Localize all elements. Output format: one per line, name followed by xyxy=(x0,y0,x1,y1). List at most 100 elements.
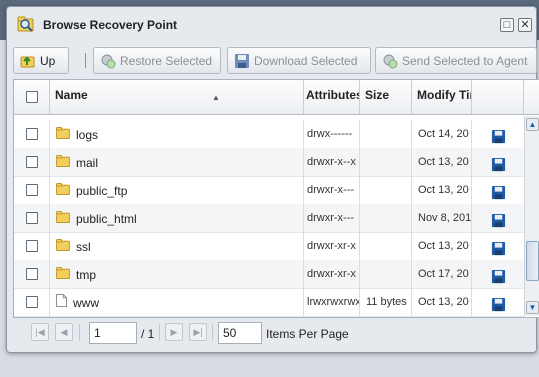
vertical-scrollbar[interactable]: ▲ ▼ xyxy=(524,116,539,316)
folder-icon xyxy=(56,149,70,176)
modify-time-cell: Nov 8, 201 xyxy=(412,204,472,232)
row-select-cell xyxy=(14,120,50,148)
folder-up-icon xyxy=(20,56,35,67)
magnifier-folder-icon xyxy=(17,16,34,32)
close-button[interactable]: ✕ xyxy=(518,18,532,32)
attributes-cell: lrwxrwxrwx xyxy=(304,288,360,316)
maximize-button[interactable]: □ xyxy=(500,18,514,32)
size-cell xyxy=(360,120,412,148)
column-header-modify-time[interactable]: Modify Tim xyxy=(412,80,472,114)
attributes-cell: drwxr-xr-x xyxy=(304,232,360,260)
size-cell: 11 bytes xyxy=(360,288,412,316)
column-modify-time-label: Modify Tim xyxy=(417,88,471,102)
action-cell xyxy=(472,176,524,204)
name-cell[interactable]: mail xyxy=(50,148,304,176)
column-name-label: Name xyxy=(55,88,88,102)
send-selected-to-agent-label: Send Selected to Agent xyxy=(402,53,528,68)
file-icon xyxy=(56,289,67,316)
action-cell xyxy=(472,232,524,260)
pager-divider xyxy=(159,324,160,341)
table-row[interactable]: mail drwxr-x--x Oct 13, 20 xyxy=(14,148,524,177)
size-cell xyxy=(360,176,412,204)
select-all-header xyxy=(14,80,50,114)
save-icon xyxy=(235,53,249,68)
items-per-page-input[interactable]: 50 xyxy=(218,322,262,344)
row-select-cell xyxy=(14,232,50,260)
name-cell[interactable]: public_html xyxy=(50,204,304,232)
scrollbar-thumb[interactable] xyxy=(526,240,539,281)
download-selected-button[interactable]: Download Selected xyxy=(227,47,371,74)
column-header-actions xyxy=(472,80,524,114)
row-checkbox[interactable] xyxy=(26,268,38,280)
name-cell[interactable]: ssl xyxy=(50,232,304,260)
scroll-up-button[interactable]: ▲ xyxy=(526,118,539,131)
select-all-checkbox[interactable] xyxy=(26,91,38,103)
name-cell[interactable]: tmp xyxy=(50,260,304,288)
folder-icon xyxy=(56,121,70,148)
dialog-title: Browse Recovery Point xyxy=(43,18,178,32)
row-checkbox[interactable] xyxy=(26,156,38,168)
items-per-page-label: Items Per Page xyxy=(266,327,349,341)
send-to-agent-icon xyxy=(383,54,398,68)
column-size-label: Size xyxy=(365,88,390,102)
column-header-size[interactable]: Size xyxy=(360,80,412,114)
toolbar: Up Restore Selected Download Selected Se… xyxy=(13,47,537,75)
scroll-down-button[interactable]: ▼ xyxy=(526,301,539,314)
up-button[interactable]: Up xyxy=(13,47,69,74)
download-selected-label: Download Selected xyxy=(254,53,358,68)
action-cell xyxy=(472,148,524,176)
size-cell xyxy=(360,260,412,288)
row-select-cell xyxy=(14,260,50,288)
save-icon[interactable] xyxy=(491,126,506,144)
save-icon[interactable] xyxy=(491,266,506,284)
file-name: ssl xyxy=(76,239,91,254)
size-cell xyxy=(360,204,412,232)
last-page-button[interactable]: ▶| xyxy=(189,323,207,341)
row-checkbox[interactable] xyxy=(26,240,38,252)
attributes-cell: drwxr-x--x xyxy=(304,148,360,176)
table-row[interactable]: tmp drwxr-xr-x Oct 17, 20 xyxy=(14,260,524,289)
size-cell xyxy=(360,148,412,176)
name-cell[interactable]: logs xyxy=(50,120,304,148)
dialog-titlebar[interactable]: Browse Recovery Point □ ✕ xyxy=(7,7,536,41)
restore-selected-button[interactable]: Restore Selected xyxy=(93,47,221,74)
save-icon[interactable] xyxy=(491,238,506,256)
modify-time-cell: Oct 14, 20 xyxy=(412,120,472,148)
page-number-input[interactable]: 1 xyxy=(89,322,137,344)
file-name: public_html xyxy=(76,211,137,226)
row-checkbox[interactable] xyxy=(26,212,38,224)
save-icon[interactable] xyxy=(491,154,506,172)
table-row[interactable]: public_html drwxr-x--- Nov 8, 201 xyxy=(14,204,524,233)
row-checkbox[interactable] xyxy=(26,128,38,140)
table-row[interactable]: ssl drwxr-xr-x Oct 13, 20 xyxy=(14,232,524,261)
previous-page-button[interactable]: ◀ xyxy=(55,323,73,341)
attributes-cell: drwxr-x--- xyxy=(304,176,360,204)
first-page-button[interactable]: |◀ xyxy=(31,323,49,341)
grid-header: Name ▲ Attributes Size Modify Tim xyxy=(14,80,539,115)
table-row[interactable]: logs drwx------ Oct 14, 20 xyxy=(14,120,524,149)
row-checkbox[interactable] xyxy=(26,184,38,196)
action-cell xyxy=(472,260,524,288)
name-cell[interactable]: public_ftp xyxy=(50,176,304,204)
folder-icon xyxy=(56,177,70,204)
row-checkbox[interactable] xyxy=(26,296,38,308)
save-icon[interactable] xyxy=(491,294,506,312)
save-icon[interactable] xyxy=(491,210,506,228)
save-icon[interactable] xyxy=(491,182,506,200)
table-row[interactable]: www lrwxrwxrwx 11 bytes Oct 13, 20 xyxy=(14,288,524,317)
file-grid: Name ▲ Attributes Size Modify Tim logs dr… xyxy=(13,79,539,318)
name-cell[interactable]: www xyxy=(50,288,304,316)
page-total-label: / 1 xyxy=(141,327,155,341)
next-page-button[interactable]: ▶ xyxy=(165,323,183,341)
attributes-cell: drwxr-xr-x xyxy=(304,260,360,288)
sort-ascending-icon: ▲ xyxy=(212,93,220,102)
column-header-attributes[interactable]: Attributes xyxy=(304,80,360,114)
column-header-name[interactable]: Name ▲ xyxy=(50,80,304,114)
action-cell xyxy=(472,288,524,316)
pagination-bar: |◀ ◀ 1 / 1 ▶ ▶| 50 Items Per Page xyxy=(13,318,529,348)
table-row[interactable]: public_ftp drwxr-x--- Oct 13, 20 xyxy=(14,176,524,205)
pager-divider xyxy=(212,324,213,341)
file-name: mail xyxy=(76,155,99,170)
file-name: tmp xyxy=(76,267,97,282)
send-selected-to-agent-button[interactable]: Send Selected to Agent xyxy=(375,47,537,74)
